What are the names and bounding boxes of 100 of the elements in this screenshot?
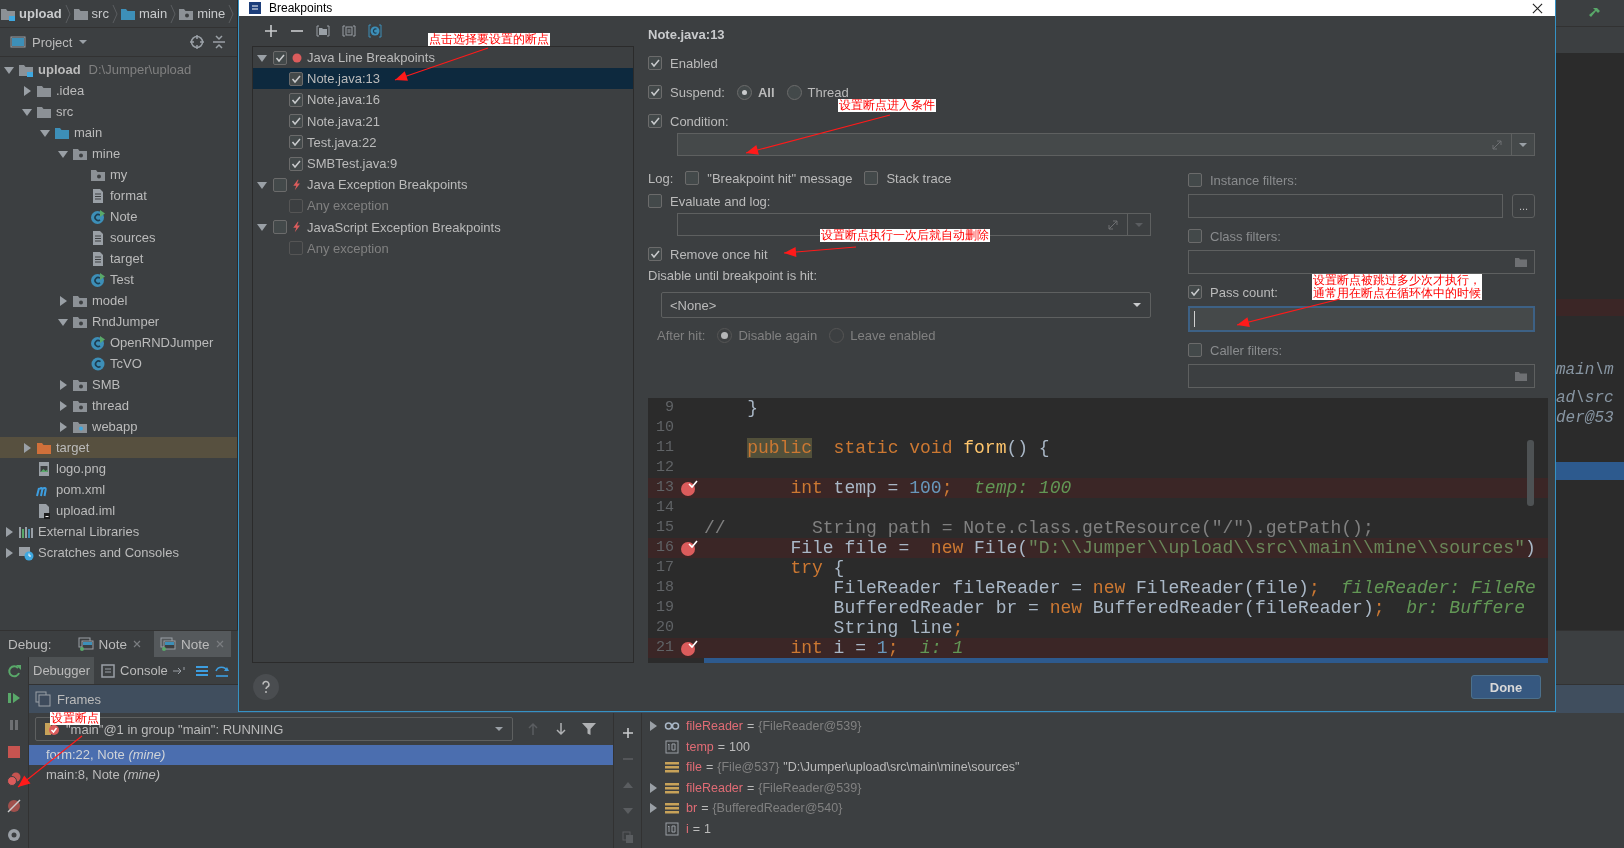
tree-label: Scratches and Consoles bbox=[38, 545, 179, 560]
variable-row[interactable]: br = {BufferedReader@540} bbox=[648, 798, 1624, 819]
condition-checkbox[interactable]: Condition: bbox=[648, 111, 729, 131]
debug-tab[interactable]: Note bbox=[154, 631, 231, 657]
filter-checkbox[interactable]: Pass count: bbox=[1188, 282, 1278, 302]
tree-label: Test bbox=[110, 272, 134, 287]
tree-item[interactable]: upload D:\Jumper\upload bbox=[0, 59, 237, 80]
variable-row[interactable]: i = 1 bbox=[648, 818, 1624, 839]
tree-label: thread bbox=[92, 398, 129, 413]
tree-item[interactable]: TcVO bbox=[0, 353, 237, 374]
tree-item[interactable]: pom.xml bbox=[0, 479, 237, 500]
variable-value: 1 bbox=[704, 821, 712, 836]
breakpoint-item[interactable]: Java Line Breakpoints bbox=[253, 47, 633, 69]
variable-name: fileReader bbox=[686, 780, 743, 795]
line-number: 9 bbox=[664, 398, 674, 418]
tree-label: main bbox=[74, 125, 103, 140]
debug-label: Debug: bbox=[8, 636, 52, 652]
tree-label: pom.xml bbox=[56, 482, 106, 497]
tree-label: upload bbox=[38, 62, 81, 77]
line-number: 19 bbox=[655, 598, 674, 618]
tree-item[interactable]: Note bbox=[0, 206, 237, 227]
object-reference: {FileReader@539} bbox=[758, 780, 862, 795]
enabled-checkbox[interactable]: Enabled bbox=[648, 53, 718, 73]
line-number: 16 bbox=[655, 538, 674, 558]
log-checkbox[interactable]: "Breakpoint hit" message bbox=[685, 168, 853, 188]
breadcrumb[interactable]: mine bbox=[178, 3, 235, 24]
done-button[interactable]: Done bbox=[1471, 675, 1541, 699]
tree-item[interactable]: main bbox=[0, 122, 237, 143]
suspend-checkbox[interactable]: Suspend: bbox=[648, 82, 725, 102]
tree-item[interactable]: target bbox=[0, 248, 237, 269]
tree-item[interactable]: logo.png bbox=[0, 458, 237, 479]
stack-frame[interactable]: main:8, Note (mine) bbox=[29, 765, 613, 785]
annotation-note: 设置断点执行一次后就自动删除 bbox=[820, 229, 990, 242]
suspend-radio[interactable]: All bbox=[736, 82, 775, 102]
breakpoint-label: SMBTest.java:9 bbox=[307, 156, 398, 172]
tree-item[interactable]: .idea bbox=[0, 80, 237, 101]
breakpoint-item[interactable]: Note.java:21 bbox=[253, 110, 633, 132]
variable-row[interactable]: fileReader = {FileReader@539} bbox=[648, 716, 1624, 737]
tree-label: src bbox=[56, 104, 74, 119]
breadcrumb-label: mine bbox=[197, 6, 226, 21]
tree-item[interactable]: OpenRNDJumper bbox=[0, 332, 237, 353]
tree-label: upload.iml bbox=[56, 503, 116, 518]
tree-item[interactable]: src bbox=[0, 101, 237, 122]
breakpoint-label: Any exception bbox=[307, 240, 389, 256]
debugger-tab[interactable]: Console bbox=[96, 657, 190, 684]
breadcrumb[interactable]: main bbox=[119, 3, 177, 24]
line-number: 18 bbox=[655, 578, 674, 598]
code-line: public static void form() { bbox=[747, 438, 1050, 458]
tree-label: mine bbox=[92, 146, 121, 161]
line-number: 15 bbox=[655, 518, 674, 538]
tree-item[interactable]: sources bbox=[0, 227, 237, 248]
breakpoint-dropdown[interactable]: <None> bbox=[661, 292, 1151, 318]
breakpoint-item[interactable]: Test.java:22 bbox=[253, 131, 633, 153]
tree-item[interactable]: model bbox=[0, 290, 237, 311]
tree-item[interactable]: format bbox=[0, 185, 237, 206]
tree-item[interactable]: thread bbox=[0, 395, 237, 416]
breadcrumb[interactable]: src bbox=[72, 3, 118, 24]
filter-checkbox[interactable]: Class filters: bbox=[1188, 226, 1281, 246]
variable-name: temp bbox=[686, 739, 714, 754]
tree-item[interactable]: RndJumper bbox=[0, 311, 237, 332]
tree-label: logo.png bbox=[56, 461, 106, 476]
tree-item[interactable]: External Libraries bbox=[0, 521, 237, 542]
filter-checkbox[interactable]: Instance filters: bbox=[1188, 170, 1298, 190]
breakpoint-heading: Note.java:13 bbox=[648, 26, 726, 44]
debugger-tab[interactable]: Debugger bbox=[29, 657, 95, 684]
tree-label: format bbox=[110, 188, 147, 203]
breakpoint-item[interactable]: Java Exception Breakpoints bbox=[253, 174, 633, 196]
breakpoint-item[interactable]: SMBTest.java:9 bbox=[253, 152, 633, 175]
remove-once-hit-checkbox[interactable]: Remove once hit bbox=[648, 244, 768, 264]
tree-item[interactable]: target bbox=[0, 437, 237, 458]
line-number: 17 bbox=[655, 558, 674, 578]
tree-item[interactable]: Scratches and Consoles bbox=[0, 542, 237, 563]
tree-item[interactable]: mine bbox=[0, 143, 237, 164]
breadcrumb[interactable]: upload bbox=[0, 3, 71, 24]
tree-label: .idea bbox=[56, 83, 85, 98]
variable-row[interactable]: fileReader = {FileReader@539} bbox=[648, 777, 1624, 798]
evaluate-checkbox[interactable]: Evaluate and log: bbox=[648, 191, 771, 211]
project-view-dropdown[interactable]: Project bbox=[32, 34, 73, 50]
variable-row[interactable]: temp = 100 bbox=[648, 736, 1624, 757]
variable-row[interactable]: file = {File@537} "D:\Jumper\upload\src\main\mine\sources" bbox=[648, 757, 1624, 778]
breakpoint-item[interactable]: Note.java:16 bbox=[253, 89, 633, 111]
breakpoint-item[interactable]: JavaScript Exception Breakpoints bbox=[253, 216, 633, 238]
breakpoint-label: Java Exception Breakpoints bbox=[307, 177, 468, 193]
browse-button[interactable]: ... bbox=[1512, 194, 1535, 218]
line-number: 14 bbox=[655, 498, 674, 518]
tree-item[interactable]: Test bbox=[0, 269, 237, 290]
tree-label: webapp bbox=[92, 419, 138, 434]
filter-checkbox[interactable]: Caller filters: bbox=[1188, 340, 1283, 360]
tree-item[interactable]: upload.iml bbox=[0, 500, 237, 521]
breakpoint-item[interactable]: Note.java:13 bbox=[253, 68, 633, 90]
breakpoint-label: JavaScript Exception Breakpoints bbox=[307, 219, 501, 235]
tree-item[interactable]: SMB bbox=[0, 374, 237, 395]
object-reference: {BufferedReader@540} bbox=[712, 801, 843, 816]
tree-item[interactable]: my bbox=[0, 164, 237, 185]
variable-name: i bbox=[686, 821, 689, 836]
equals-sign: = bbox=[747, 719, 755, 734]
debug-tab[interactable]: Note bbox=[71, 631, 149, 657]
log-checkbox[interactable]: Stack trace bbox=[864, 168, 952, 188]
code-line: String line; bbox=[833, 618, 964, 638]
tree-item[interactable]: webapp bbox=[0, 416, 237, 437]
